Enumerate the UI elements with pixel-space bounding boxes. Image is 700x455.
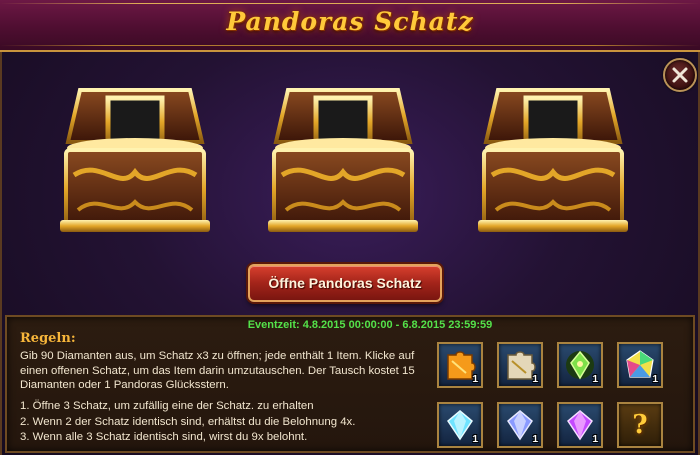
reward-qty: 1 <box>532 374 538 385</box>
reward-qty: 1 <box>532 434 538 445</box>
reward-slot-silver-puzzle-piece[interactable]: 1 <box>497 342 543 388</box>
rules-list: 1. Öffne 3 Schatz, um zufällig eine der … <box>20 399 432 446</box>
rules-item-3: 3. Wenn alle 3 Schatz identisch sind, wi… <box>20 431 308 444</box>
reward-slot-green-crystal[interactable]: 1 <box>557 342 603 388</box>
reward-slot-violet-diamond[interactable]: 1 <box>557 402 603 448</box>
close-icon <box>672 67 688 83</box>
treasure-chest-icon <box>268 88 418 232</box>
reward-qty: 1 <box>652 374 658 385</box>
window-title: Pandoras Schatz <box>226 7 474 36</box>
reward-qty: 1 <box>472 434 478 445</box>
reward-qty: 1 <box>472 374 478 385</box>
treasure-chest-icon <box>478 88 628 232</box>
reward-slot-blue-diamond[interactable]: 1 <box>437 402 483 448</box>
treasure-chest-icon <box>60 88 210 232</box>
question-mark-icon: ? <box>632 410 648 440</box>
reward-qty: 1 <box>592 434 598 445</box>
event-time: Eventzeit: 4.8.2015 00:00:00 - 6.8.2015 … <box>247 319 493 331</box>
reward-slot-purple-blue-diamond[interactable]: 1 <box>497 402 543 448</box>
rules-item-1: 1. Öffne 3 Schatz, um zufällig eine der … <box>20 400 314 412</box>
rules-heading: Regeln: <box>20 331 76 346</box>
window-header: Pandoras Schatz <box>0 0 700 52</box>
reward-qty: 1 <box>592 374 598 385</box>
reward-slot-rainbow-gem[interactable]: 1 <box>617 342 663 388</box>
treasure-chest-3[interactable] <box>478 80 628 238</box>
rules-paragraph: Gib 90 Diamanten aus, um Schatz x3 zu öf… <box>20 350 415 392</box>
open-pandoras-box-button[interactable]: Öffne Pandoras Schatz <box>248 264 442 302</box>
reward-slot-unknown[interactable]: ? <box>617 402 663 448</box>
treasure-chest-2[interactable] <box>268 80 418 238</box>
rules-item-2: 2. Wenn 2 der Schatz identisch sind, erh… <box>20 415 356 428</box>
treasure-chest-1[interactable] <box>60 80 210 238</box>
open-button-label: Öffne Pandoras Schatz <box>268 275 422 291</box>
reward-slot-orange-puzzle-piece[interactable]: 1 <box>437 342 483 388</box>
close-button[interactable] <box>663 58 697 92</box>
